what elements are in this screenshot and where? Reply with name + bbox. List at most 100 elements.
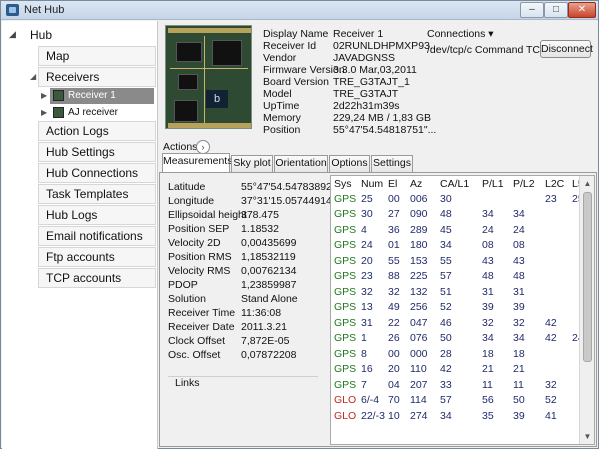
satellite-row[interactable]: GLO 6/-4 70 114 57 56 50 52	[331, 393, 589, 409]
connections-label: Connections	[427, 28, 486, 40]
tab-options[interactable]: Options	[329, 155, 370, 172]
column-header[interactable]: P/L1	[479, 176, 510, 191]
satellite-cell: 34	[440, 409, 452, 422]
satellite-cell: 35	[482, 409, 494, 422]
column-header[interactable]: L2C	[542, 176, 569, 191]
disconnect-button[interactable]: Disconnect	[540, 40, 593, 58]
satellite-row[interactable]: GPS 4 36 289 45 24 24	[331, 222, 589, 238]
satellite-row[interactable]: GLO 22/-3 10 274 34 35 39 41	[331, 408, 589, 424]
sidebar-item-action-logs[interactable]: Action Logs	[38, 121, 156, 141]
satellite-cell: 34	[513, 208, 525, 221]
expanded-triangle-icon[interactable]: ◢	[30, 72, 36, 81]
info-value: TRE_G3TAJT	[333, 88, 399, 100]
sidebar-item-tcp-accounts[interactable]: TCP accounts	[38, 268, 156, 288]
maximize-button[interactable]: □	[544, 2, 568, 18]
scrollbar-thumb[interactable]	[583, 192, 592, 362]
tab-orientation[interactable]: Orientation	[274, 155, 328, 172]
vertical-scrollbar[interactable]: ▲ ▼	[579, 176, 594, 444]
tab-measurements[interactable]: Measurements	[162, 153, 232, 173]
satellite-cell: 11	[513, 378, 524, 391]
column-header[interactable]: El	[385, 176, 407, 191]
info-key: Display Name	[263, 28, 329, 40]
board-chip	[174, 100, 198, 122]
satellites-header-row: Sys Num El Az CA/L1 P/L1 P/L2 L2C L5	[331, 176, 589, 191]
satellite-row[interactable]: GPS 30 27 090 48 34 34	[331, 207, 589, 223]
satellite-cell: 08	[482, 239, 494, 252]
info-key: UpTime	[263, 100, 300, 112]
satellite-row[interactable]: GPS 20 55 153 55 43 43	[331, 253, 589, 269]
satellite-row[interactable]: GPS 13 49 256 52 39 39	[331, 300, 589, 316]
satellite-cell: 48	[482, 270, 494, 283]
tab-settings[interactable]: Settings	[371, 155, 413, 172]
close-button[interactable]: ✕	[568, 2, 596, 18]
sidebar-item-hub-logs[interactable]: Hub Logs	[38, 205, 156, 225]
collapsed-triangle-icon[interactable]: ▶	[41, 108, 47, 117]
sidebar-item-ftp-accounts[interactable]: Ftp accounts	[38, 247, 156, 267]
satellite-row[interactable]: GPS 1 26 076 50 34 34 42 24	[331, 331, 589, 347]
satellite-cell: 207	[410, 378, 428, 391]
satellite-cell: 52	[545, 394, 557, 407]
connections-dropdown[interactable]: Connections ▾	[427, 28, 494, 40]
scroll-up-icon[interactable]: ▲	[580, 176, 594, 191]
satellite-cell: 34	[482, 332, 494, 345]
satellite-cell: 11	[482, 378, 493, 391]
scroll-down-icon[interactable]: ▼	[580, 429, 594, 444]
measurement-row: Clock Offset 7,872E-05	[168, 335, 328, 348]
sidebar-item-hub-settings[interactable]: Hub Settings	[38, 142, 156, 162]
sidebar-item-receiver-1[interactable]: Receiver 1	[50, 88, 154, 104]
measurement-key: Position RMS	[168, 251, 232, 263]
navigation-sidebar: ◢ Hub Map ◢ Receivers ▶ Receiver 1 ▶ AJ …	[2, 21, 158, 449]
chevron-right-circle-icon[interactable]: ›	[196, 140, 210, 154]
sidebar-item-task-templates[interactable]: Task Templates	[38, 184, 156, 204]
satellite-row[interactable]: GPS 8 00 000 28 18 18	[331, 346, 589, 362]
tree-hub[interactable]: ◢ Hub	[2, 25, 158, 45]
collapsed-triangle-icon[interactable]: ▶	[41, 91, 47, 100]
satellite-cell	[542, 300, 569, 316]
column-header[interactable]: CA/L1	[437, 176, 479, 191]
satellite-row[interactable]: GPS 31 22 047 46 32 32 42	[331, 315, 589, 331]
satellite-row[interactable]: GPS 7 04 207 33 11 11 32	[331, 377, 589, 393]
sidebar-item-map[interactable]: Map	[38, 46, 156, 66]
satellite-cell: 46	[440, 316, 452, 329]
measurement-row: PDOP 1,23859987	[168, 279, 328, 292]
satellite-cell: 51	[440, 285, 452, 298]
info-key: Receiver Id	[263, 40, 317, 52]
satellite-cell: 32	[513, 316, 525, 329]
info-key: Memory	[263, 112, 301, 124]
sidebar-item-receivers[interactable]: Receivers	[38, 67, 156, 87]
minimize-button[interactable]: –	[520, 2, 544, 18]
satellite-row[interactable]: GPS 24 01 180 34 08 08	[331, 238, 589, 254]
expanded-triangle-icon[interactable]: ◢	[9, 29, 16, 40]
column-header[interactable]: Az	[407, 176, 437, 191]
satellite-row[interactable]: GPS 16 20 110 42 21 21	[331, 362, 589, 378]
satellite-cell	[510, 191, 542, 207]
satellite-cell: 33	[440, 378, 452, 391]
column-header[interactable]: Num	[358, 176, 385, 191]
info-value: 55°47'54.54818751"...	[333, 124, 437, 136]
satellite-row[interactable]: GPS 25 00 006 30 23 25	[331, 191, 589, 207]
satellite-cell: 274	[410, 409, 428, 422]
column-header[interactable]: Sys	[331, 176, 358, 191]
measurement-key: Longitude	[168, 195, 215, 207]
measurement-row: Longitude 37°31'15.05744914"E	[168, 195, 343, 208]
sidebar-item-aj-receiver[interactable]: AJ receiver	[50, 105, 154, 121]
satellite-cell: 22	[388, 316, 400, 329]
satellite-cell: 24	[361, 239, 373, 252]
satellite-cell: 006	[410, 192, 428, 205]
satellite-cell: GPS	[334, 285, 357, 298]
sidebar-item-email-notifications[interactable]: Email notifications	[38, 226, 156, 246]
satellite-cell: 23	[361, 270, 373, 283]
info-row: Position 55°47'54.54818751"...	[263, 124, 436, 136]
sidebar-item-hub-connections[interactable]: Hub Connections	[38, 163, 156, 183]
satellites-table-container[interactable]: Sys Num El Az CA/L1 P/L1 P/L2 L2C L5 GPS…	[330, 175, 595, 445]
satellite-row[interactable]: GPS 32 32 132 51 31 31	[331, 284, 589, 300]
satellite-cell: 42	[545, 332, 557, 345]
links-section[interactable]: Links	[168, 376, 318, 389]
column-header[interactable]: P/L2	[510, 176, 542, 191]
satellite-cell: 110	[410, 363, 427, 376]
measurement-value: Stand Alone	[241, 293, 298, 305]
info-value: 229,24 MB / 1,83 GB	[333, 112, 432, 124]
tab-sky-plot[interactable]: Sky plot	[231, 155, 273, 172]
satellite-cell: 43	[482, 254, 494, 267]
satellite-row[interactable]: GPS 23 88 225 57 48 48	[331, 269, 589, 285]
